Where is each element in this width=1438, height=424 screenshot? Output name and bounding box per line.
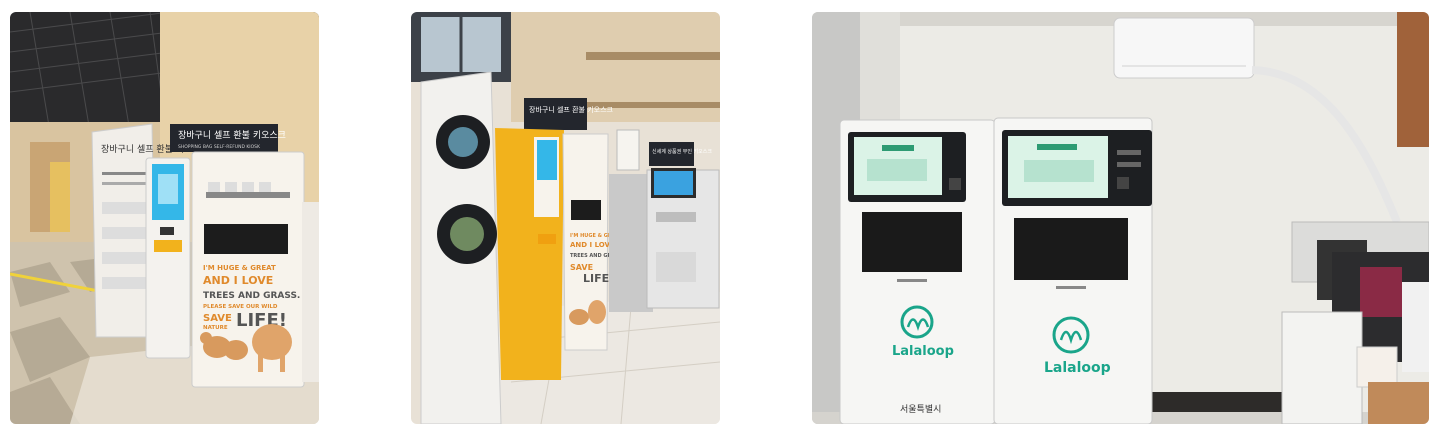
bag-slot — [204, 224, 288, 254]
slogan-line-2: AND I LOVE — [203, 274, 273, 287]
sponsor-logo: 서울특별시 — [900, 404, 941, 415]
slogan-line-1: I'M HUGE & GREAT — [203, 264, 276, 272]
air-conditioner — [1113, 17, 1255, 79]
kiosk-screen — [537, 140, 557, 180]
lalaloop-logo: Lalaloop — [1044, 360, 1111, 376]
photo-scene: 장바구니 셀프 환불 키오스크 I'M HUGE & GREAT AND I L… — [411, 12, 720, 424]
lalaloop-logo: Lalaloop — [892, 344, 954, 359]
bag-slot — [862, 212, 962, 272]
slogan-line-6: NATURE — [203, 325, 228, 331]
kiosk-photo-shopping-mall: 장바구니 셀프 환불 키오스크 I'M HUGE & GREAT AND I L… — [411, 12, 720, 424]
slogan-line-4: SAVE — [570, 263, 593, 272]
photo-scene: Lalaloop 서울특별시 Lalaloop — [812, 12, 1429, 424]
kiosk-photo-lalaloop-room: Lalaloop 서울특별시 Lalaloop — [812, 12, 1429, 424]
bag-slot — [1014, 218, 1128, 280]
right-sign: 신세계 상품권 무인 키오스크 — [652, 148, 712, 155]
sign-korean: 장바구니 셀프 환불 키오스크 — [529, 105, 614, 114]
kiosk-photo-department-store: 장바구니 셀프 환불 키오스크 장바구니 셀프 환불 키오스크 SHOPPING… — [10, 12, 319, 424]
sign-korean: 장바구니 셀프 환불 키오스크 — [178, 129, 286, 141]
sign-english: SHOPPING BAG SELF-REFUND KIOSK — [178, 144, 261, 150]
gift-kiosk-screen — [654, 171, 693, 195]
slogan-line-5: SAVE — [203, 313, 232, 324]
slogan-line-2: AND I LOVE — [570, 241, 615, 249]
slogan-line-3: TREES AND GRASS. — [203, 291, 300, 301]
photo-scene: 장바구니 셀프 환불 키오스크 장바구니 셀프 환불 키오스크 SHOPPING… — [10, 12, 319, 424]
